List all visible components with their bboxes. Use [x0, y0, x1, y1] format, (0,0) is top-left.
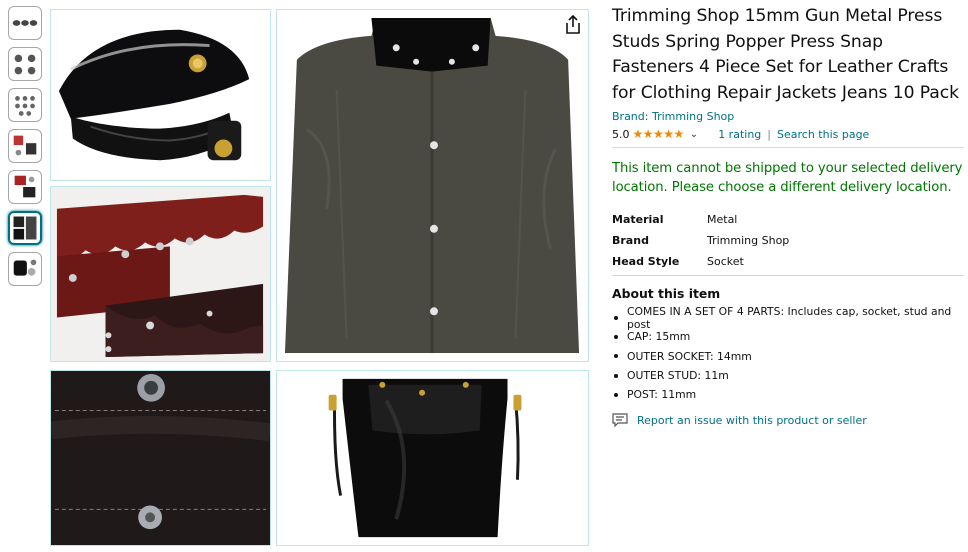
rating-count-link[interactable]: 1 rating: [718, 128, 761, 141]
divider: |: [767, 127, 771, 141]
spec-row: Material Metal: [612, 209, 964, 230]
thumbnail-2[interactable]: [8, 47, 42, 81]
product-image-bag[interactable]: [276, 370, 589, 546]
spec-key: Head Style: [612, 255, 680, 268]
rating-value: 5.0: [612, 127, 630, 141]
spec-key: Material: [612, 213, 664, 226]
thumbnail-6[interactable]: [8, 211, 42, 245]
spec-key: Brand: [612, 234, 649, 247]
bullet-text: OUTER SOCKET: 14mm: [627, 349, 752, 363]
rating-row: 5.0 ★★★★★ ⌄ 1 rating | Search this page: [612, 127, 964, 141]
product-image-cap[interactable]: [50, 9, 271, 181]
product-image-jacket[interactable]: [276, 9, 589, 362]
spec-value: Metal: [707, 213, 738, 226]
spec-value: Trimming Shop: [707, 234, 790, 247]
divider-line: [612, 147, 964, 148]
about-bullets: COMES IN A SET OF 4 PARTS: Includes cap,…: [612, 305, 964, 404]
spec-row: Head Style Socket: [612, 251, 964, 272]
chevron-down-icon[interactable]: ⌄: [690, 129, 698, 140]
report-icon: [612, 413, 628, 428]
report-issue-text[interactable]: Report an issue with this product or sel…: [637, 414, 867, 427]
share-icon[interactable]: [563, 14, 583, 36]
divider-line: [612, 275, 964, 276]
product-info-panel: Trimming Shop 15mm Gun Metal Press Studs…: [612, 4, 964, 428]
thumbnail-4[interactable]: [8, 129, 42, 163]
product-image-fabric[interactable]: [50, 370, 271, 546]
spec-row: Brand Trimming Shop: [612, 230, 964, 251]
list-item: OUTER SOCKET: 14mm: [612, 347, 964, 366]
spec-value: Socket: [707, 255, 744, 268]
star-rating[interactable]: ★★★★★: [633, 127, 685, 141]
spec-table: Material Metal Brand Trimming Shop Head …: [612, 209, 964, 272]
thumbnail-1[interactable]: [8, 6, 42, 40]
list-item: POST: 11mm: [612, 385, 964, 404]
thumbnail-list: [8, 6, 44, 293]
product-title: Trimming Shop 15mm Gun Metal Press Studs…: [612, 6, 959, 103]
bullet-text: POST: 11mm: [627, 388, 697, 402]
bullet-text: CAP: 15mm: [627, 330, 691, 344]
bullet-text: OUTER STUD: 11m: [627, 369, 729, 383]
about-heading: About this item: [612, 286, 721, 301]
product-image-wallets[interactable]: [50, 186, 271, 362]
list-item: OUTER STUD: 11m: [612, 366, 964, 385]
list-item: COMES IN A SET OF 4 PARTS: Includes cap,…: [612, 305, 964, 331]
brand-link[interactable]: Brand: Trimming Shop: [612, 110, 964, 123]
bullet-text: COMES IN A SET OF 4 PARTS: Includes cap,…: [627, 304, 952, 331]
thumbnail-5[interactable]: [8, 170, 42, 204]
thumbnail-7[interactable]: [8, 252, 42, 286]
report-issue-link[interactable]: Report an issue with this product or sel…: [612, 413, 964, 428]
thumbnail-3[interactable]: [8, 88, 42, 122]
search-page-link[interactable]: Search this page: [777, 128, 869, 141]
shipping-notice: This item cannot be shipped to your sele…: [612, 161, 963, 195]
